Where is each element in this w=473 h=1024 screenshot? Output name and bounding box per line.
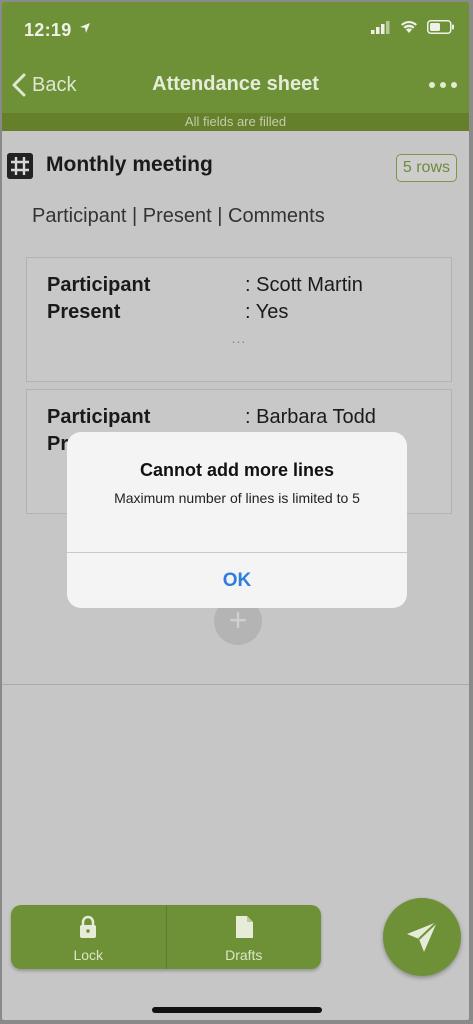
signal-icon (371, 20, 390, 34)
lock-button[interactable]: Lock (11, 905, 166, 969)
field-key: Pr (47, 433, 69, 455)
document-icon (235, 916, 253, 938)
table-grid-icon (7, 153, 33, 179)
status-banner: All fields are filled (2, 113, 469, 131)
lock-icon (80, 915, 97, 938)
battery-icon (427, 20, 454, 34)
bottom-toolbar: Lock Drafts (11, 905, 321, 969)
drafts-button[interactable]: Drafts (165, 905, 322, 969)
send-icon (407, 921, 438, 952)
field-value: : Scott Martin (245, 274, 363, 296)
header: 12:19 Back Attendance sheet (2, 2, 469, 113)
location-arrow-icon (80, 23, 90, 33)
more-icon[interactable] (429, 82, 457, 88)
status-time: 12:19 (24, 20, 72, 40)
send-button[interactable] (383, 898, 461, 976)
field-key: Participant (47, 406, 151, 428)
field-key: Participant (47, 274, 151, 296)
page-title: Attendance sheet (152, 73, 319, 95)
more-fields-ellipsis: ... (231, 330, 247, 346)
rows-count-badge: 5 rows (395, 154, 457, 182)
alert-dialog: Cannot add more lines Maximum number of … (67, 432, 407, 608)
columns-summary: Participant | Present | Comments (32, 205, 325, 227)
divider (2, 684, 469, 685)
list-item[interactable]: Participant : Scott Martin Present : Yes… (26, 257, 452, 382)
wifi-icon (401, 21, 417, 33)
field-value: : Barbara Todd (245, 406, 376, 428)
app-screen: 12:19 Back Attendance sheet All fields a… (2, 2, 469, 1020)
lock-label: Lock (73, 947, 104, 963)
nav-bar: Back Attendance sheet (2, 60, 469, 110)
ok-button[interactable]: OK (67, 553, 407, 608)
drafts-label: Drafts (225, 947, 263, 963)
alert-message: Maximum number of lines is limited to 5 (114, 490, 360, 506)
field-key: Present (47, 301, 121, 323)
home-indicator (152, 1007, 322, 1013)
alert-title: Cannot add more lines (139, 460, 335, 480)
status-icons (371, 20, 455, 34)
section-title: Monthly meeting (46, 153, 213, 176)
field-value: : Yes (245, 301, 289, 323)
status-bar: 12:19 (2, 2, 469, 56)
